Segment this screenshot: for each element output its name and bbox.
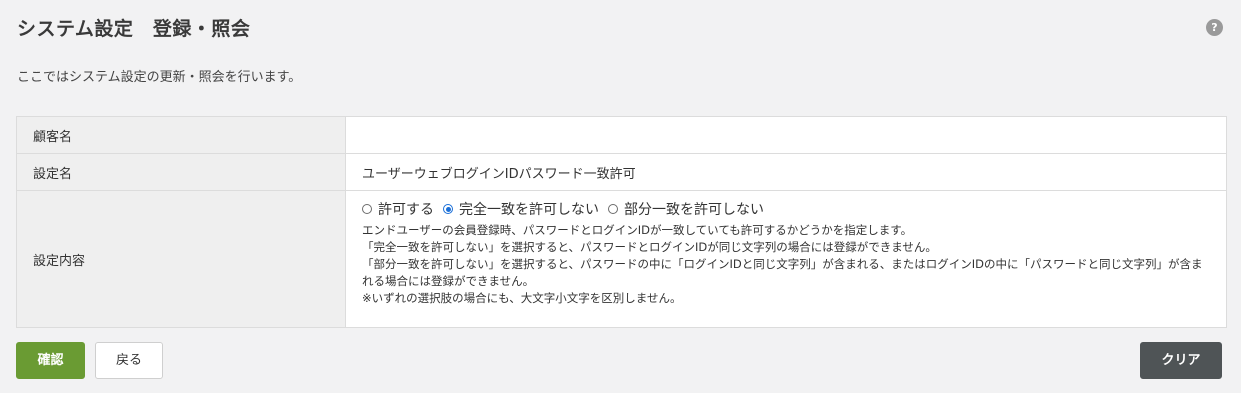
page-title: システム設定 登録・照会 — [17, 18, 251, 40]
radio-option-disallow-partial[interactable]: 部分一致を許可しない — [608, 199, 764, 219]
help-icon[interactable]: ? — [1206, 19, 1223, 36]
help-line: エンドユーザーの会員登録時、パスワードとログインIDが一致していても許可するかど… — [362, 223, 913, 237]
settings-form-table: 顧客名 設定名 ユーザーウェブログインIDパスワード一致許可 設定内容 許可する… — [16, 116, 1227, 328]
radio-allow-label[interactable]: 許可する — [378, 199, 434, 219]
radio-disallow-partial-label[interactable]: 部分一致を許可しない — [624, 199, 764, 219]
help-line: 「部分一致を許可しない」を選択すると、パスワードの中に「ログインIDと同じ文字列… — [362, 257, 1203, 288]
radio-disallow-exact-label[interactable]: 完全一致を許可しない — [459, 199, 599, 219]
radio-option-allow[interactable]: 許可する — [362, 199, 434, 219]
setting-help-text: エンドユーザーの会員登録時、パスワードとログインIDが一致していても許可するかど… — [362, 222, 1210, 307]
radio-option-disallow-exact[interactable]: 完全一致を許可しない — [443, 199, 599, 219]
clear-button[interactable]: クリア — [1140, 342, 1222, 379]
setting-content-label: 設定内容 — [16, 190, 346, 328]
radio-disallow-exact[interactable] — [443, 204, 453, 214]
setting-name-value: ユーザーウェブログインIDパスワード一致許可 — [345, 153, 1227, 191]
confirm-button[interactable]: 確認 — [16, 342, 85, 379]
customer-value — [345, 116, 1227, 154]
radio-disallow-partial[interactable] — [608, 204, 618, 214]
setting-name-row: 設定名 ユーザーウェブログインIDパスワード一致許可 — [16, 153, 1227, 191]
customer-label: 顧客名 — [16, 116, 346, 154]
page-description: ここではシステム設定の更新・照会を行います。 — [17, 70, 302, 85]
setting-content-row: 設定内容 許可する 完全一致を許可しない 部分一致を許可しない エンドユーザーの… — [16, 190, 1227, 328]
radio-allow[interactable] — [362, 204, 372, 214]
customer-row: 顧客名 — [16, 116, 1227, 154]
back-button[interactable]: 戻る — [95, 342, 163, 379]
setting-content-cell: 許可する 完全一致を許可しない 部分一致を許可しない エンドユーザーの会員登録時… — [345, 190, 1227, 328]
help-line: ※いずれの選択肢の場合にも、大文字小文字を区別しません。 — [362, 291, 682, 305]
help-line: 「完全一致を許可しない」を選択すると、パスワードとログインIDが同じ文字列の場合… — [362, 240, 937, 254]
match-policy-radio-group: 許可する 完全一致を許可しない 部分一致を許可しない — [362, 199, 1210, 219]
setting-name-label: 設定名 — [16, 153, 346, 191]
